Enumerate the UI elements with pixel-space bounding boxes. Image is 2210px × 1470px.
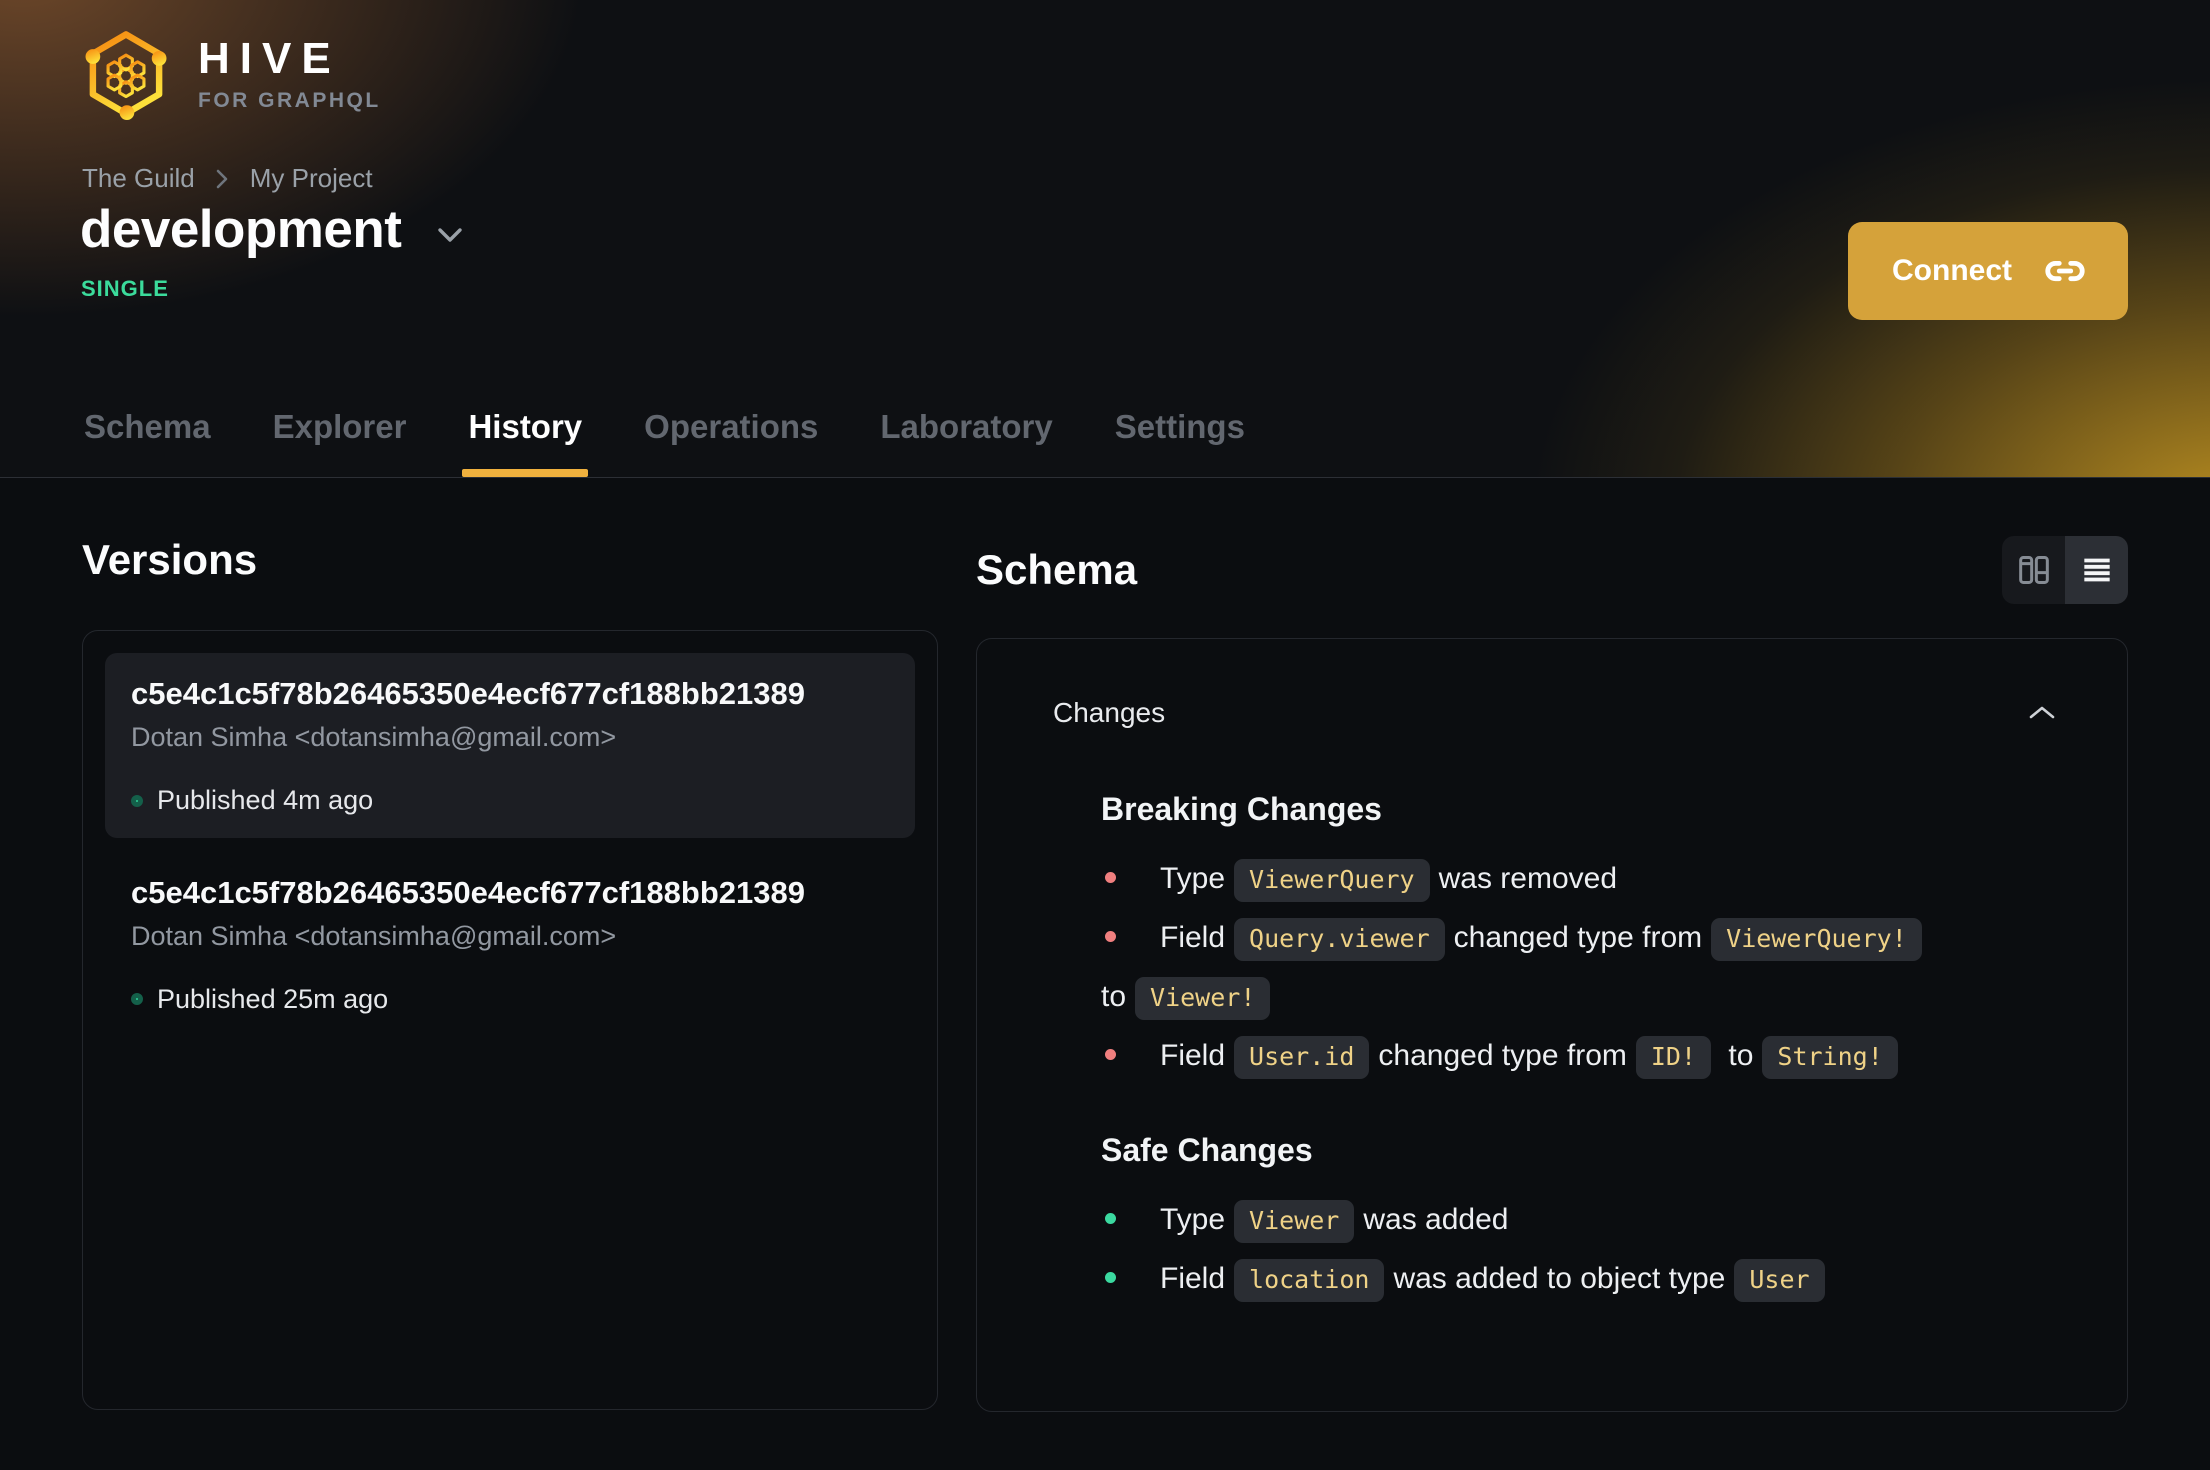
version-list-item[interactable]: c5e4c1c5f78b26465350e4ecf677cf188bb21389… [105,852,915,1037]
change-text: was removed [1438,862,1618,895]
split-view-icon [2018,556,2049,584]
split-view-button[interactable] [2002,536,2065,604]
schema-section: Schema Changes Breaking Changes Type Vie… [976,536,2128,1412]
target-title-row: development [80,198,465,262]
page-title: development [80,200,402,259]
version-hash: c5e4c1c5f78b26465350e4ecf677cf188bb21389 [131,875,805,911]
version-hash: c5e4c1c5f78b26465350e4ecf677cf188bb21389 [131,676,805,712]
safe-bullet-icon [1105,1272,1116,1284]
schema-header-row: Schema [976,536,2128,604]
version-status-row: Published 4m ago [131,785,889,816]
safe-bullet-icon [1105,1213,1116,1225]
safe-changes-list: Type Viewer was added Field location was add… [1101,1191,2046,1309]
link-icon [2045,260,2085,282]
changes-title: Changes [1053,697,1166,728]
code-chip: Viewer! [1135,977,1271,1020]
versions-panel: c5e4c1c5f78b26465350e4ecf677cf188bb21389… [82,630,938,1411]
schema-heading: Schema [976,545,1138,593]
change-text: Field [1160,921,1226,954]
changes-collapse-header[interactable]: Changes [977,639,2127,729]
change-item: Field User.id changed type from ID! to Strin… [1101,1027,2046,1086]
tab-laboratory[interactable]: Laboratory [878,410,1054,477]
change-text: changed type from [1378,1039,1627,1072]
view-mode-toggle [2002,536,2128,604]
change-text: changed type from [1453,921,1703,954]
code-chip: ViewerQuery [1234,859,1430,902]
code-chip: ID! [1635,1036,1712,1079]
chevron-right-icon [215,167,230,191]
safe-changes-title: Safe Changes [1101,1132,1313,1168]
version-author: Dotan Simha <dotansimha@gmail.com> [131,920,617,951]
version-list-item[interactable]: c5e4c1c5f78b26465350e4ecf677cf188bb21389… [105,653,915,839]
code-chip: ViewerQuery! [1711,918,1922,961]
connect-button-label: Connect [1892,254,2012,287]
breaking-changes-title: Breaking Changes [1101,791,1382,827]
tab-settings[interactable]: Settings [1113,410,1247,477]
published-dot-icon [131,993,143,1006]
tab-schema[interactable]: Schema [82,410,213,477]
change-text: to [1101,980,1127,1013]
breaking-bullet-icon [1105,872,1116,884]
brand-name: HIVE [198,34,341,83]
code-chip: User [1734,1259,1825,1302]
breadcrumb-project-link[interactable]: My Project [250,163,373,194]
list-view-icon [2083,558,2110,582]
versions-heading: Versions [82,536,258,583]
code-chip: Query.viewer [1234,918,1445,961]
code-chip: location [1234,1259,1385,1302]
connect-button[interactable]: Connect [1848,222,2128,320]
breaking-changes-list: Type ViewerQuery was removed Field Query.vi… [1101,850,2046,1086]
breadcrumb-org-link[interactable]: The Guild [82,163,195,194]
target-mode-badge: SINGLE [81,276,169,301]
breadcrumb: The Guild My Project [82,163,373,194]
change-text: was added to object type [1393,1262,1726,1295]
versions-section: Versions c5e4c1c5f78b26465350e4ecf677cf1… [82,536,938,1412]
header: HIVE FOR GRAPHQL The Guild My Project de… [0,0,2210,478]
change-text: to [1728,1039,1754,1072]
code-chip: User.id [1234,1036,1370,1079]
change-text: Type [1160,862,1226,895]
version-status-text: Published 25m ago [157,983,389,1014]
code-chip: Viewer [1234,1200,1355,1243]
chevron-up-icon[interactable] [2027,704,2057,722]
changes-panel: Changes Breaking Changes Type ViewerQuery… [976,638,2128,1412]
tab-history[interactable]: History [462,410,588,477]
change-text: Field [1160,1039,1226,1072]
tab-explorer[interactable]: Explorer [271,410,409,477]
hive-logo-icon [85,31,167,120]
version-author: Dotan Simha <dotansimha@gmail.com> [131,722,617,753]
version-status-text: Published 4m ago [157,785,374,816]
breaking-bullet-icon [1105,931,1116,943]
change-item: Field location was added to object type Use… [1101,1250,2046,1309]
change-text: Type [1160,1203,1226,1236]
brand-text: HIVE FOR GRAPHQL [198,34,381,112]
version-status-row: Published 25m ago [131,984,889,1015]
code-chip: String! [1762,1036,1898,1079]
breaking-bullet-icon [1105,1049,1116,1061]
main-content: Versions c5e4c1c5f78b26465350e4ecf677cf1… [0,478,2210,1412]
brand-tagline: FOR GRAPHQL [198,89,381,112]
tab-bar: Schema Explorer History Operations Labor… [82,410,1247,477]
change-text: Field [1160,1262,1226,1295]
change-item: Field Query.viewer changed type from Viewer… [1101,909,2046,1027]
change-text: was added [1363,1203,1509,1236]
target-selector-chevron-down-icon[interactable] [435,215,465,245]
tab-operations[interactable]: Operations [642,410,820,477]
list-view-button[interactable] [2065,536,2128,604]
change-item: Type ViewerQuery was removed [1101,850,2046,909]
brand-logo[interactable]: HIVE FOR GRAPHQL [80,28,381,120]
published-dot-icon [131,794,143,807]
change-item: Type Viewer was added [1101,1191,2046,1250]
